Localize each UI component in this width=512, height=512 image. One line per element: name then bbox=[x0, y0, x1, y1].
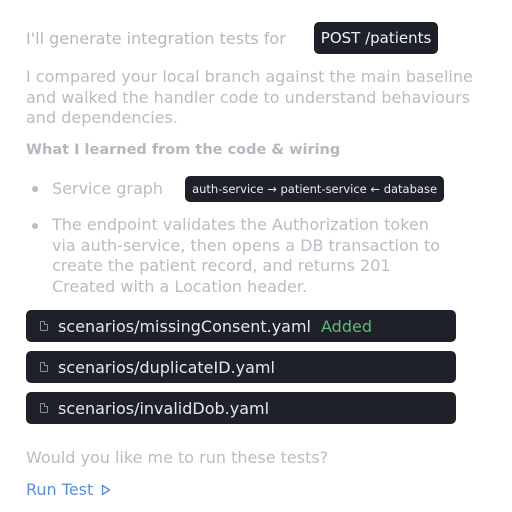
description-text: The endpoint validates the Authorization… bbox=[52, 215, 441, 296]
run-test-label: Run Test bbox=[26, 480, 94, 499]
file-item-duplicate-id[interactable]: scenarios/duplicateID.yaml bbox=[26, 351, 456, 383]
file-item-missing-consent[interactable]: scenarios/missingConsent.yaml Added bbox=[26, 310, 456, 342]
added-badge: Added bbox=[321, 316, 372, 336]
section-heading: What I learned from the code & wiring bbox=[26, 142, 341, 158]
file-icon bbox=[40, 403, 48, 413]
intro-row: I'll generate integration tests for POST… bbox=[26, 22, 439, 54]
service-graph-label: Service graph bbox=[52, 178, 164, 198]
description-bullet: The endpoint validates the Authorization… bbox=[32, 215, 452, 297]
service-graph-bullet: Service graph auth-service → patient-ser… bbox=[32, 176, 445, 202]
intro-text: I'll generate integration tests for bbox=[26, 28, 286, 48]
file-icon bbox=[40, 362, 48, 372]
bullet-dot bbox=[32, 186, 38, 192]
play-icon bbox=[102, 484, 111, 495]
file-icon bbox=[40, 321, 48, 331]
file-name: scenarios/duplicateID.yaml bbox=[58, 357, 275, 377]
bullet-dot bbox=[32, 223, 38, 229]
run-question: Would you like me to run these tests? bbox=[26, 448, 329, 467]
file-name: scenarios/invalidDob.yaml bbox=[58, 398, 270, 418]
file-name: scenarios/missingConsent.yaml bbox=[58, 316, 311, 336]
endpoint-pill: POST /patients bbox=[313, 22, 439, 54]
run-test-link[interactable]: Run Test bbox=[26, 480, 111, 499]
service-graph-pill: auth-service → patient-service ← databas… bbox=[185, 176, 445, 202]
summary-paragraph: I compared your local branch against the… bbox=[26, 67, 473, 127]
file-item-invalid-dob[interactable]: scenarios/invalidDob.yaml bbox=[26, 392, 456, 424]
